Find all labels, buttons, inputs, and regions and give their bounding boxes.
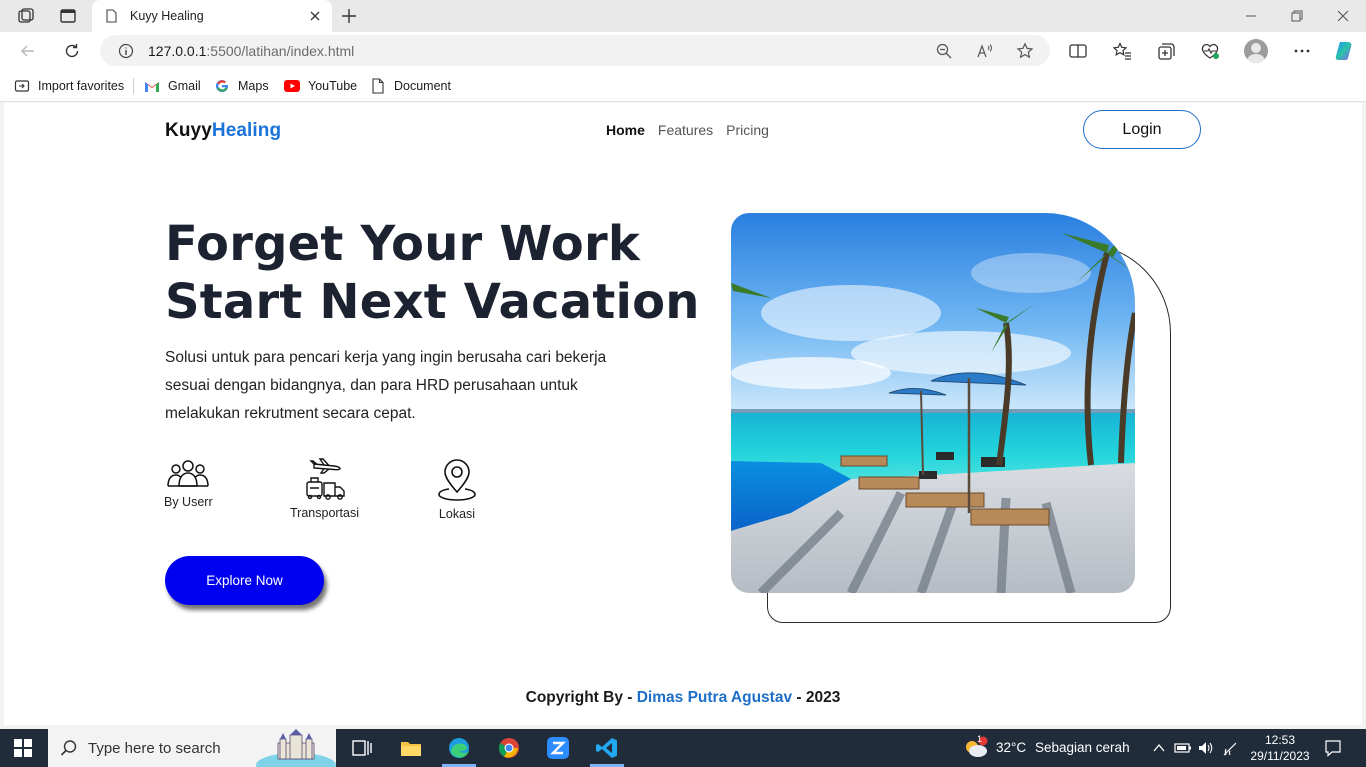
favorite-label: Document xyxy=(394,79,451,93)
url-field[interactable]: 127.0.0.1:5500/latihan/index.html xyxy=(100,35,1050,66)
favorite-label: Maps xyxy=(238,79,269,93)
footer-copyright: Copyright By - Dimas Putra Agustav - 202… xyxy=(4,689,1362,707)
users-icon xyxy=(167,460,210,487)
battery-icon[interactable] xyxy=(1174,741,1192,755)
restore-icon[interactable] xyxy=(1289,8,1305,24)
document-icon xyxy=(370,78,386,94)
hero-title-line1: Forget Your Work xyxy=(165,216,640,272)
chrome-icon[interactable] xyxy=(497,736,521,760)
favorites-divider xyxy=(133,78,134,94)
favorite-document[interactable]: Document xyxy=(370,78,451,94)
system-clock[interactable]: 12:53 29/11/2023 xyxy=(1240,732,1320,764)
tab-actions-icon[interactable] xyxy=(58,6,78,26)
import-icon xyxy=(14,78,30,94)
weather-icon[interactable] xyxy=(963,736,989,760)
url-path: :5500/latihan/index.html xyxy=(206,42,355,59)
weather-badge: 1 xyxy=(977,734,983,744)
feature-label: Transportasi xyxy=(290,506,360,520)
favorite-label: Import favorites xyxy=(38,79,125,93)
weather-desc[interactable]: Sebagian cerah xyxy=(1035,740,1130,755)
hero-beach-image xyxy=(731,213,1135,593)
address-bar-row: 127.0.0.1:5500/latihan/index.html xyxy=(0,32,1366,70)
edge-icon[interactable] xyxy=(447,736,471,760)
feature-users: By Userr xyxy=(164,459,213,509)
nav-home[interactable]: Home xyxy=(606,122,645,138)
refresh-icon[interactable] xyxy=(62,41,82,61)
hero-title: Forget Your Work Start Next Vacation xyxy=(165,215,700,331)
favorites-bar: Import favorites Gmail Maps YouTube Docu… xyxy=(0,70,1366,102)
search-icon xyxy=(60,740,77,756)
google-icon xyxy=(214,78,230,94)
favorite-import[interactable]: Import favorites xyxy=(14,78,124,94)
collections-icon[interactable] xyxy=(1156,41,1176,61)
split-screen-icon[interactable] xyxy=(1068,41,1088,61)
feature-location: Lokasi xyxy=(438,459,476,521)
nav-pricing[interactable]: Pricing xyxy=(726,122,769,138)
brand-part1: Kuyy xyxy=(165,120,212,141)
favorite-gmail[interactable]: Gmail xyxy=(144,78,201,94)
network-icon[interactable] xyxy=(1222,740,1238,756)
read-aloud-icon[interactable] xyxy=(976,42,994,60)
weather-temp[interactable]: 32°C xyxy=(996,740,1026,755)
location-pin-icon xyxy=(438,459,476,501)
page-icon xyxy=(106,9,117,23)
gmail-icon xyxy=(144,78,160,94)
chevron-up-icon[interactable] xyxy=(1152,742,1166,754)
minimize-icon[interactable] xyxy=(1243,8,1259,24)
site-info-icon[interactable] xyxy=(118,43,134,59)
windows-start-icon[interactable] xyxy=(14,739,32,757)
transport-icon xyxy=(305,458,345,500)
feature-label: By Userr xyxy=(164,495,213,509)
favorite-youtube[interactable]: YouTube xyxy=(284,78,357,94)
profile-avatar[interactable] xyxy=(1244,39,1268,63)
active-tab[interactable]: Kuyy Healing xyxy=(92,0,332,32)
copyright-prefix: Copyright By - xyxy=(525,689,637,706)
url-host: 127.0.0.1 xyxy=(148,42,207,59)
explore-now-button[interactable]: Explore Now xyxy=(165,556,324,605)
page-viewport: KuyyHealing Home Features Pricing Login … xyxy=(4,103,1362,725)
brand-part2: Healing xyxy=(211,120,282,141)
favorites-icon[interactable] xyxy=(1112,41,1132,61)
copilot-icon[interactable] xyxy=(1332,39,1356,63)
author-name[interactable]: Dimas Putra Agustav xyxy=(637,689,792,706)
copyright-suffix: - 2023 xyxy=(792,689,841,706)
tab-title: Kuyy Healing xyxy=(130,9,204,23)
close-window-icon[interactable] xyxy=(1335,8,1351,24)
login-button[interactable]: Login xyxy=(1083,110,1201,149)
search-placeholder: Type here to search xyxy=(88,739,221,757)
browser-essentials-icon[interactable] xyxy=(1200,41,1220,61)
favorite-label: YouTube xyxy=(308,79,358,93)
notifications-icon[interactable] xyxy=(1324,739,1342,757)
zoom-out-icon[interactable] xyxy=(935,42,953,60)
hero-title-line2: Start Next Vacation xyxy=(165,274,700,330)
nav-features[interactable]: Features xyxy=(658,122,713,138)
workspaces-icon[interactable] xyxy=(16,6,36,26)
windows-taskbar: Type here to search 1 32°C Sebagian cera… xyxy=(0,729,1366,767)
feature-label: Lokasi xyxy=(438,507,476,521)
zoom-app-icon[interactable] xyxy=(546,736,570,760)
browser-tab-bar: Kuyy Healing xyxy=(0,0,1366,32)
more-options-icon[interactable] xyxy=(1292,41,1312,61)
main-nav: Home Features Pricing xyxy=(606,122,769,138)
volume-icon[interactable] xyxy=(1197,740,1215,756)
back-icon[interactable] xyxy=(18,41,38,61)
feature-transport: Transportasi xyxy=(290,458,359,520)
vscode-icon[interactable] xyxy=(595,736,619,760)
clock-date: 29/11/2023 xyxy=(1250,749,1310,763)
new-tab-icon[interactable] xyxy=(340,7,358,25)
search-highlight-castle-icon xyxy=(256,729,336,767)
hero-description: Solusi untuk para pencari kerja yang ing… xyxy=(165,349,607,422)
close-tab-icon[interactable] xyxy=(308,9,322,23)
favorite-maps[interactable]: Maps xyxy=(214,78,269,94)
site-logo[interactable]: KuyyHealing xyxy=(165,120,281,142)
favorite-star-icon[interactable] xyxy=(1016,42,1034,60)
youtube-icon xyxy=(284,78,300,94)
task-view-icon[interactable] xyxy=(350,736,374,760)
clock-time: 12:53 xyxy=(1264,733,1296,747)
favorite-label: Gmail xyxy=(168,79,201,93)
file-explorer-icon[interactable] xyxy=(399,736,423,760)
